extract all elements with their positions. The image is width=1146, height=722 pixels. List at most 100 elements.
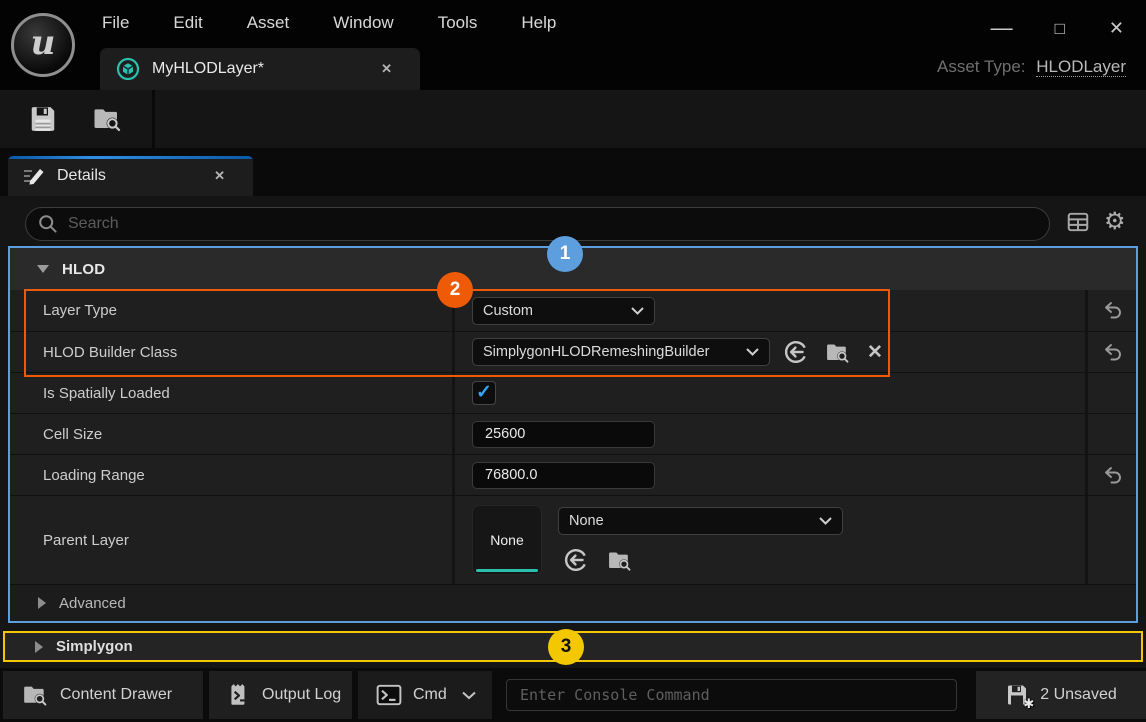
tab-title: MyHLODLayer* — [152, 60, 264, 78]
row-layer-type: Layer Type Custom — [10, 290, 1136, 331]
unreal-editor-window: File Edit Asset Window Tools Help — □ ✕ … — [0, 0, 1146, 722]
toolbar-divider — [152, 90, 155, 148]
use-selected-asset-icon[interactable] — [784, 340, 808, 364]
row-cell-size: Cell Size — [10, 413, 1136, 454]
chevron-down-icon — [819, 517, 832, 525]
simplygon-section-header[interactable]: Simplygon — [5, 633, 1141, 660]
parent-layer-label: Parent Layer — [10, 496, 455, 584]
advanced-label: Advanced — [59, 595, 126, 612]
browse-to-asset-icon[interactable] — [824, 340, 851, 365]
hlod-builder-class-label: HLOD Builder Class — [10, 332, 455, 372]
reset-to-default-icon — [1102, 343, 1123, 362]
menu-bar: File Edit Asset Window Tools Help — [102, 0, 556, 46]
chevron-down-icon — [746, 348, 759, 356]
content-drawer-label: Content Drawer — [60, 686, 172, 704]
advanced-expander[interactable]: Advanced — [10, 584, 1136, 621]
close-button[interactable]: ✕ — [1109, 19, 1124, 37]
parent-layer-thumbnail[interactable]: None — [472, 505, 542, 575]
simplygon-section-title: Simplygon — [56, 638, 133, 655]
menu-help[interactable]: Help — [521, 13, 556, 33]
menu-window[interactable]: Window — [333, 13, 393, 33]
save-asterisk-icon: ✱ — [1005, 683, 1029, 707]
row-parent-layer: Parent Layer None None — [10, 495, 1136, 584]
output-log-icon — [227, 682, 251, 708]
folder-search-icon — [91, 104, 123, 134]
loading-range-reset-button[interactable] — [1088, 455, 1136, 495]
check-icon: ✓ — [476, 381, 492, 404]
tab-myhlodlayer[interactable]: MyHLODLayer* ✕ — [100, 48, 420, 90]
cmd-dropdown-button[interactable]: Cmd — [358, 671, 492, 719]
menu-asset[interactable]: Asset — [247, 13, 290, 33]
row-hlod-builder-class: HLOD Builder Class SimplygonHLODRemeshin… — [10, 331, 1136, 372]
menu-file[interactable]: File — [102, 13, 129, 33]
reset-to-default-icon — [1102, 301, 1123, 320]
asset-type-value[interactable]: HLODLayer — [1036, 57, 1126, 77]
unsaved-label: 2 Unsaved — [1040, 686, 1117, 704]
caret-right-icon — [35, 641, 43, 653]
asset-toolbar — [0, 90, 1146, 148]
layer-type-label: Layer Type — [10, 290, 455, 331]
hlodlayer-asset-icon — [116, 57, 140, 81]
search-input[interactable] — [68, 215, 1037, 233]
minimize-button[interactable]: — — [991, 17, 1011, 39]
menu-tools[interactable]: Tools — [438, 13, 478, 33]
status-bar: Content Drawer Output Log Cmd — [0, 668, 1146, 722]
layer-type-value: Custom — [483, 303, 533, 319]
details-tab-close-icon[interactable]: ✕ — [214, 168, 225, 184]
asset-type-readout: Asset Type: HLODLayer — [937, 57, 1126, 77]
hlod-section-title: HLOD — [62, 261, 105, 278]
content-drawer-button[interactable]: Content Drawer — [3, 671, 203, 719]
output-log-button[interactable]: Output Log — [209, 671, 352, 719]
details-panel: ⚙ HLOD Layer Type Custom — [0, 196, 1146, 668]
details-view-options: ⚙ — [1066, 210, 1126, 234]
search-bar[interactable] — [25, 207, 1050, 241]
tab-close-icon[interactable]: ✕ — [381, 61, 392, 77]
cmd-label: Cmd — [413, 686, 447, 704]
clear-asset-icon[interactable]: ✕ — [867, 341, 883, 364]
hlod-builder-class-value: SimplygonHLODRemeshingBuilder — [483, 344, 709, 360]
folder-search-icon — [21, 682, 49, 708]
reset-to-default-icon — [1102, 466, 1123, 485]
chevron-down-icon — [631, 307, 644, 315]
unsaved-changes-button[interactable]: ✱ 2 Unsaved — [976, 671, 1146, 719]
asset-type-label: Asset Type: — [937, 57, 1026, 76]
details-tab-title: Details — [57, 167, 106, 185]
hlod-section-header[interactable]: HLOD — [10, 248, 1136, 290]
chevron-down-icon — [462, 691, 476, 700]
hlod-builder-class-dropdown[interactable]: SimplygonHLODRemeshingBuilder — [472, 338, 770, 366]
cell-size-label: Cell Size — [10, 414, 455, 454]
cell-size-input[interactable] — [472, 421, 655, 448]
layer-type-dropdown[interactable]: Custom — [472, 297, 655, 325]
parent-layer-thumbnail-text: None — [490, 532, 523, 548]
tab-details[interactable]: Details ✕ — [8, 156, 253, 196]
parent-layer-value: None — [569, 513, 604, 529]
parent-layer-dropdown[interactable]: None — [558, 507, 843, 535]
browse-to-asset-button[interactable] — [90, 102, 124, 136]
row-is-spatially-loaded: Is Spatially Loaded ✓ — [10, 372, 1136, 413]
is-spatially-loaded-checkbox[interactable]: ✓ — [472, 381, 496, 405]
save-button[interactable] — [26, 102, 60, 136]
loading-range-input[interactable] — [472, 462, 655, 489]
panel-tab-strip: Details ✕ — [0, 148, 1146, 196]
details-icon — [22, 165, 46, 187]
output-log-label: Output Log — [262, 686, 341, 704]
menu-edit[interactable]: Edit — [173, 13, 202, 33]
use-selected-asset-icon[interactable] — [564, 548, 588, 573]
browse-to-asset-icon[interactable] — [606, 548, 633, 573]
hlod-builder-class-reset-button[interactable] — [1088, 332, 1136, 372]
loading-range-label: Loading Range — [10, 455, 455, 495]
save-icon — [28, 104, 58, 134]
search-icon — [38, 214, 58, 234]
layer-type-reset-button[interactable] — [1088, 290, 1136, 331]
unreal-engine-logo-icon[interactable]: u — [11, 13, 75, 77]
title-bar: File Edit Asset Window Tools Help — □ ✕ — [0, 0, 1146, 46]
simplygon-section: Simplygon — [3, 631, 1143, 662]
caret-down-icon — [37, 265, 49, 273]
maximize-button[interactable]: □ — [1055, 20, 1065, 37]
is-spatially-loaded-label: Is Spatially Loaded — [10, 373, 455, 413]
console-command-input[interactable] — [506, 679, 957, 711]
terminal-icon — [376, 683, 402, 707]
column-view-icon[interactable] — [1066, 210, 1090, 234]
caret-right-icon — [38, 597, 46, 609]
gear-icon[interactable]: ⚙ — [1104, 210, 1126, 234]
